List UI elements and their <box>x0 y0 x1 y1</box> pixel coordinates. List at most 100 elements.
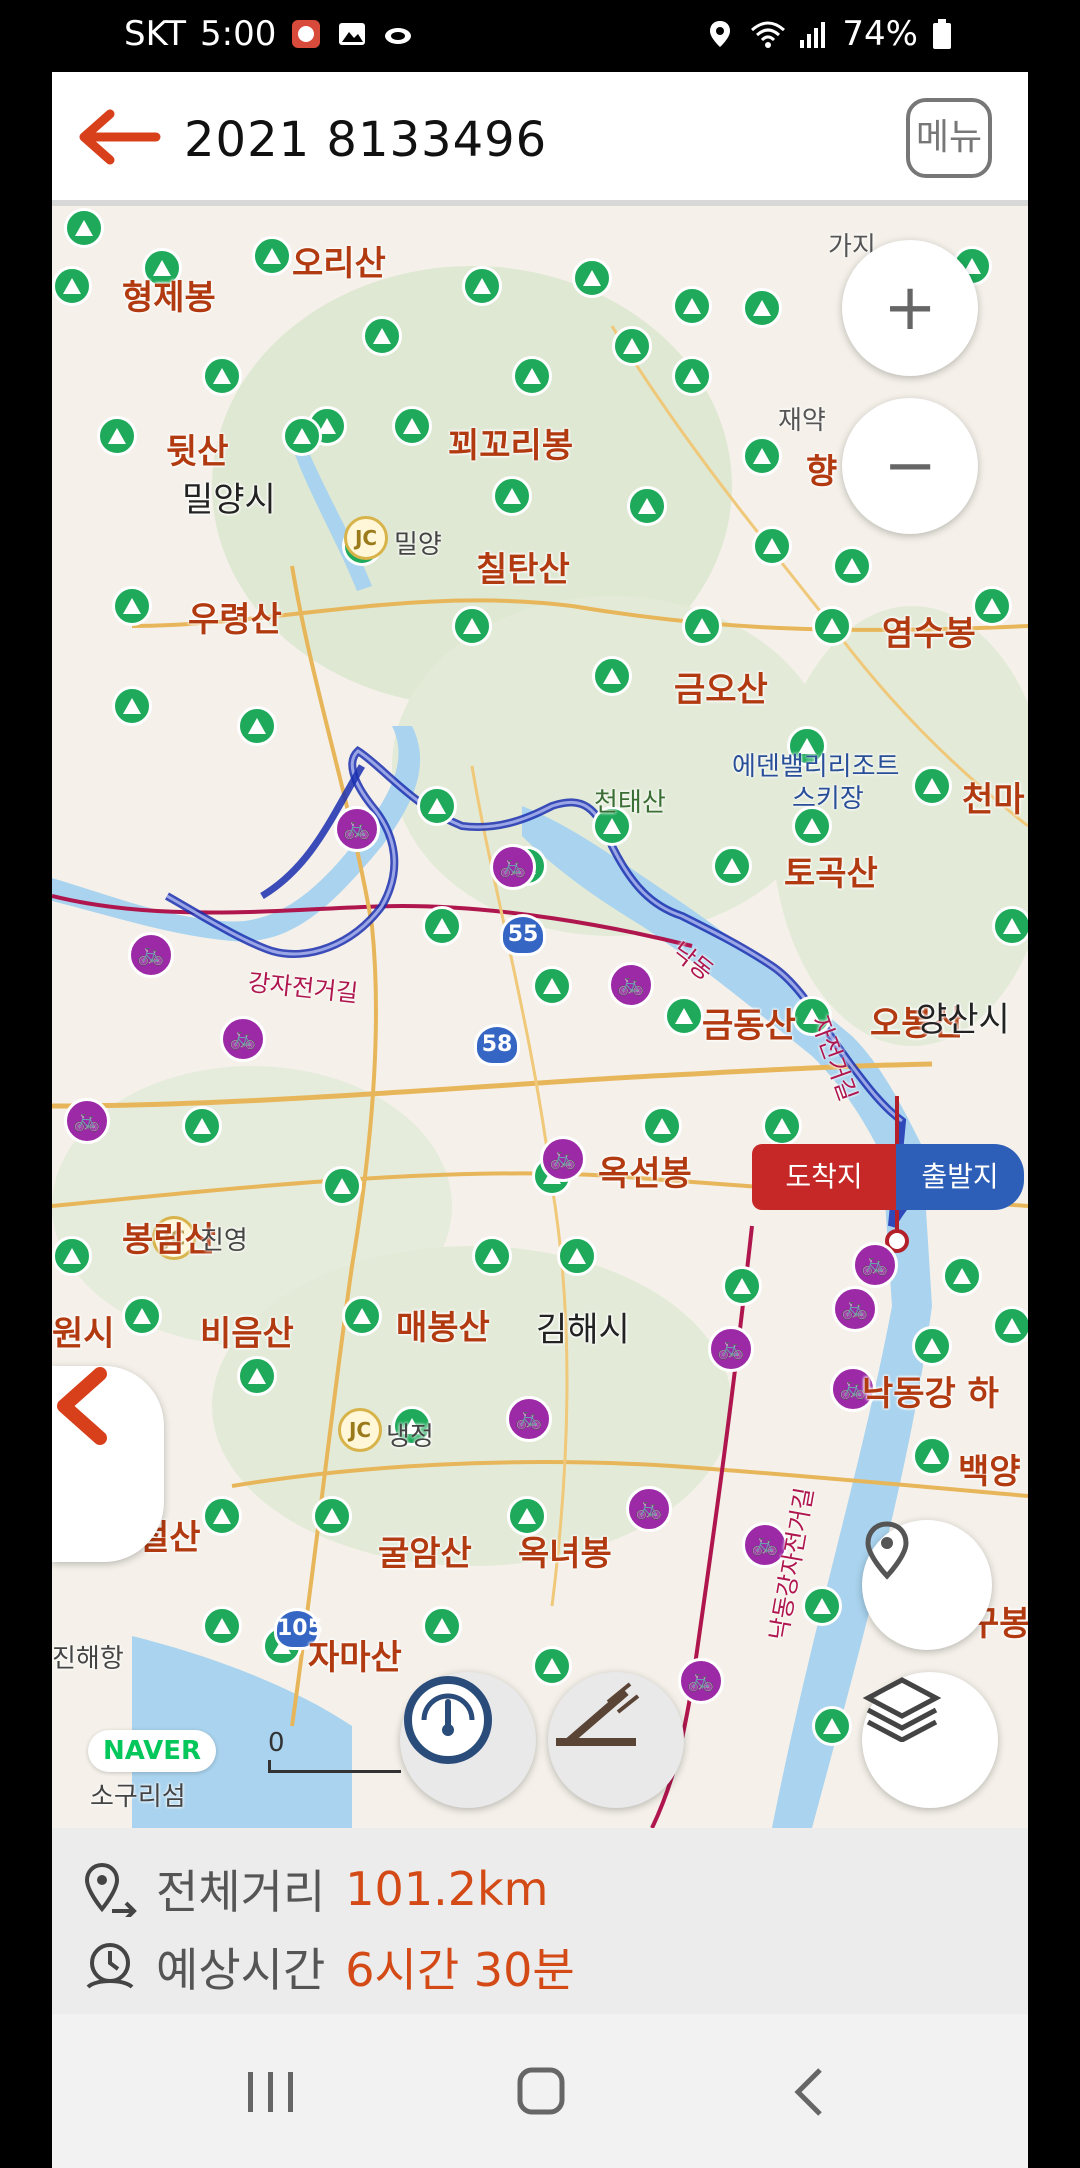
mountain-marker[interactable] <box>612 326 652 366</box>
place-label: 오리산 <box>292 244 386 284</box>
bike-station-marker[interactable]: 🚲 <box>626 1486 672 1532</box>
mountain-marker[interactable] <box>417 786 457 826</box>
mountain-marker[interactable] <box>762 1106 802 1146</box>
mountain-marker[interactable] <box>182 1106 222 1146</box>
mountain-marker[interactable] <box>672 286 712 326</box>
mountain-marker[interactable] <box>362 316 402 356</box>
bike-station-marker[interactable]: 🚲 <box>678 1658 724 1704</box>
mountain-marker[interactable] <box>942 1256 982 1296</box>
bike-station-marker[interactable]: 🚲 <box>220 1016 266 1062</box>
mountain-marker[interactable] <box>722 1266 762 1306</box>
map-view[interactable]: 🚲 🚲 🚲 🚲 🚲 🚲 🚲 🚲 🚲 🚲 🚲 🚲 🚲 🚲 🚲 JC JC JC 5… <box>52 206 1028 1828</box>
mountain-marker[interactable] <box>392 406 432 446</box>
mountain-marker[interactable] <box>627 486 667 526</box>
mountain-marker[interactable] <box>572 258 612 298</box>
mountain-marker[interactable] <box>912 766 952 806</box>
mountain-marker[interactable] <box>472 1236 512 1276</box>
notification-app-icon <box>290 18 322 50</box>
mountain-marker[interactable] <box>532 966 572 1006</box>
side-panel-toggle-button[interactable] <box>52 1366 164 1562</box>
mountain-marker[interactable] <box>122 1296 162 1336</box>
mountain-marker[interactable] <box>97 416 137 456</box>
mountain-marker[interactable] <box>557 1236 597 1276</box>
header: 2021 8133496 메뉴 <box>52 72 1028 206</box>
mountain-marker[interactable] <box>812 1706 852 1746</box>
mountain-marker[interactable] <box>64 208 104 248</box>
page-title: 2021 8133496 <box>184 112 548 168</box>
speedometer-button[interactable] <box>400 1672 536 1808</box>
elevation-button[interactable] <box>548 1672 684 1808</box>
mountain-marker[interactable] <box>252 236 292 276</box>
bike-station-marker[interactable]: 🚲 <box>852 1242 898 1288</box>
mountain-marker[interactable] <box>52 1236 92 1276</box>
poi-label: 스키장 <box>792 784 864 814</box>
mountain-marker[interactable] <box>312 1496 352 1536</box>
bike-station-marker[interactable]: 🚲 <box>540 1136 586 1182</box>
layers-button[interactable] <box>862 1672 998 1808</box>
bike-station-marker[interactable]: 🚲 <box>490 844 536 890</box>
mountain-marker[interactable] <box>512 356 552 396</box>
destination-flag[interactable]: 도착지 <box>752 1144 896 1210</box>
mountain-marker[interactable] <box>112 686 152 726</box>
mountain-marker[interactable] <box>112 586 152 626</box>
mountain-marker[interactable] <box>202 1496 242 1536</box>
mountain-marker[interactable] <box>282 416 322 456</box>
my-location-button[interactable] <box>862 1520 992 1650</box>
mountain-marker[interactable] <box>52 266 92 306</box>
city-label: 김해시 <box>536 1310 630 1350</box>
bike-station-marker[interactable]: 🚲 <box>832 1286 878 1332</box>
mountain-marker[interactable] <box>972 586 1012 626</box>
mountain-marker[interactable] <box>664 996 704 1036</box>
mountain-marker[interactable] <box>322 1166 362 1206</box>
mountain-marker[interactable] <box>672 356 712 396</box>
mountain-marker[interactable] <box>422 1606 462 1646</box>
place-label: 향 <box>806 452 838 492</box>
mountain-marker[interactable] <box>682 606 722 646</box>
distance-row: 전체거리 101.2km <box>82 1854 548 1924</box>
mountain-marker[interactable] <box>422 906 462 946</box>
home-icon <box>517 2067 565 2115</box>
mountain-marker[interactable] <box>492 476 532 516</box>
chevron-left-icon <box>794 2068 822 2116</box>
place-label: 백양 <box>958 1452 1021 1492</box>
wifi-icon <box>750 18 786 50</box>
poi-label: 진영 <box>200 1226 248 1256</box>
mountain-marker[interactable] <box>742 436 782 476</box>
place-label: 토곡산 <box>784 854 878 894</box>
bike-station-marker[interactable]: 🚲 <box>506 1396 552 1442</box>
recent-apps-button[interactable] <box>236 2062 306 2122</box>
mountain-marker[interactable] <box>642 1106 682 1146</box>
mountain-marker[interactable] <box>202 356 242 396</box>
mountain-marker[interactable] <box>237 1356 277 1396</box>
mountain-marker[interactable] <box>832 546 872 586</box>
mountain-marker[interactable] <box>992 906 1028 946</box>
mountain-marker[interactable] <box>812 606 852 646</box>
mountain-marker[interactable] <box>237 706 277 746</box>
zoom-in-button[interactable]: + <box>842 240 978 376</box>
recent-apps-icon <box>248 2072 293 2112</box>
zoom-out-button[interactable]: − <box>842 398 978 534</box>
mountain-marker[interactable] <box>742 288 782 328</box>
back-arrow-button[interactable] <box>76 102 162 172</box>
back-arrow-icon <box>79 109 161 165</box>
bike-station-marker[interactable]: 🚲 <box>708 1326 754 1372</box>
mountain-marker[interactable] <box>202 1606 242 1646</box>
bike-station-marker[interactable]: 🚲 <box>64 1098 110 1144</box>
mountain-marker[interactable] <box>342 1296 382 1336</box>
start-flag[interactable]: 출발지 <box>896 1144 1024 1210</box>
mountain-marker[interactable] <box>992 1306 1028 1346</box>
home-button[interactable] <box>506 2062 576 2122</box>
mountain-marker[interactable] <box>752 526 792 566</box>
mountain-marker[interactable] <box>802 1586 842 1626</box>
bike-station-marker[interactable]: 🚲 <box>128 932 174 978</box>
menu-button[interactable]: 메뉴 <box>906 98 992 178</box>
mountain-marker[interactable] <box>712 846 752 886</box>
mountain-marker[interactable] <box>452 606 492 646</box>
mountain-marker[interactable] <box>912 1326 952 1366</box>
mountain-marker[interactable] <box>592 656 632 696</box>
mountain-marker[interactable] <box>462 266 502 306</box>
bike-station-marker[interactable]: 🚲 <box>334 806 380 852</box>
bike-station-marker[interactable]: 🚲 <box>608 962 654 1008</box>
mountain-marker[interactable] <box>912 1436 952 1476</box>
system-back-button[interactable] <box>776 2062 846 2122</box>
